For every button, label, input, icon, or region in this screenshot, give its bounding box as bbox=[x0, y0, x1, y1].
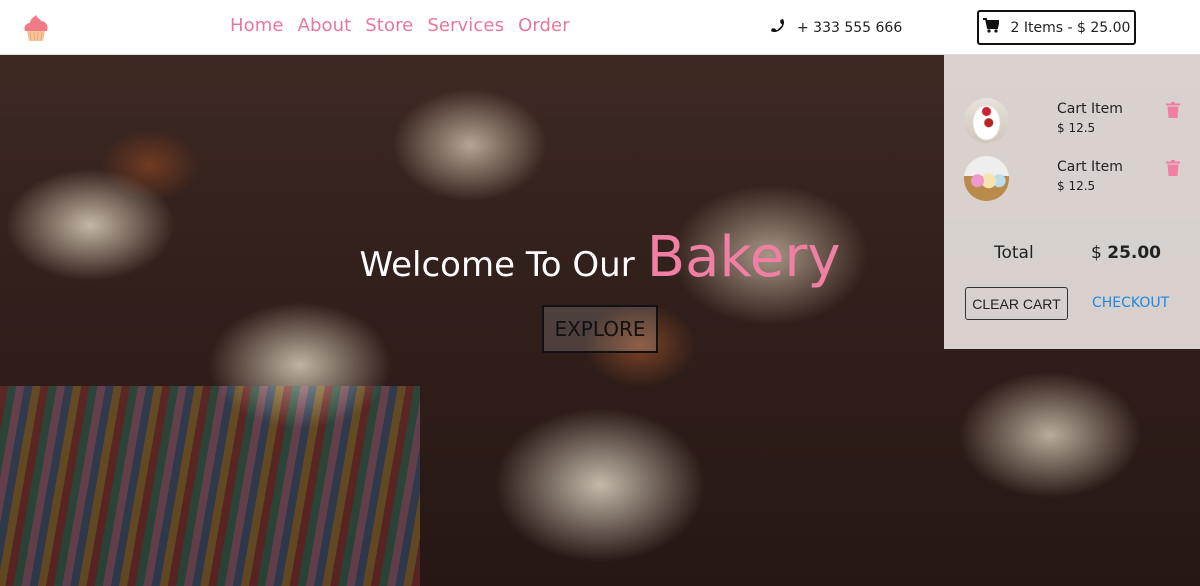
cart-item-info: Cart Item $ 12.5 bbox=[1057, 159, 1123, 193]
price-value: 12.5 bbox=[1068, 121, 1096, 135]
explore-button[interactable]: EXPLORE bbox=[542, 305, 658, 353]
hero-title-prefix: Welcome To Our bbox=[359, 245, 635, 285]
price-value: 12.5 bbox=[1068, 179, 1096, 193]
nav-links: Home About Store Services Order bbox=[230, 15, 570, 36]
phone-icon bbox=[770, 18, 785, 37]
currency-symbol: $ bbox=[1091, 243, 1102, 263]
trash-icon[interactable] bbox=[1166, 160, 1180, 176]
cart-item-price: $ 12.5 bbox=[1057, 121, 1123, 135]
clear-cart-button[interactable]: CLEAR CART bbox=[965, 287, 1068, 320]
trash-icon[interactable] bbox=[1166, 102, 1180, 118]
cart-summary: 2 Items - $ 25.00 bbox=[1010, 19, 1131, 36]
cart-item-image bbox=[964, 98, 1009, 143]
currency-symbol: $ bbox=[1057, 121, 1065, 135]
phone-contact: + 333 555 666 bbox=[770, 18, 902, 37]
nav-link-home[interactable]: Home bbox=[230, 15, 284, 36]
currency-symbol: $ bbox=[1057, 179, 1065, 193]
nav-link-about[interactable]: About bbox=[298, 15, 352, 36]
phone-number: + 333 555 666 bbox=[797, 19, 903, 36]
cart-item-name: Cart Item bbox=[1057, 101, 1123, 117]
hero-background-image bbox=[0, 386, 420, 586]
cart-panel: Cart Item $ 12.5 Cart Item $ 12.5 Total … bbox=[944, 55, 1200, 349]
cart-item-info: Cart Item $ 12.5 bbox=[1057, 101, 1123, 135]
cart-toggle-button[interactable]: 2 Items - $ 25.00 bbox=[977, 10, 1136, 45]
cart-item-price: $ 12.5 bbox=[1057, 179, 1123, 193]
navbar: Home About Store Services Order + 333 55… bbox=[0, 0, 1200, 55]
cart-item: Cart Item $ 12.5 bbox=[964, 156, 1194, 202]
hero-title-accent: Bakery bbox=[646, 225, 841, 290]
checkout-button[interactable]: CHECKOUT bbox=[1092, 295, 1169, 311]
total-label: Total bbox=[994, 243, 1034, 263]
cart-item-image bbox=[964, 156, 1009, 201]
total-value: $ 25.00 bbox=[1091, 243, 1161, 263]
nav-link-store[interactable]: Store bbox=[365, 15, 413, 36]
cart-icon bbox=[982, 18, 1000, 37]
nav-link-order[interactable]: Order bbox=[518, 15, 570, 36]
nav-link-services[interactable]: Services bbox=[427, 15, 504, 36]
cupcake-logo-icon[interactable] bbox=[20, 12, 52, 44]
hero-title: Welcome To Our Bakery bbox=[359, 225, 840, 290]
cart-item: Cart Item $ 12.5 bbox=[964, 98, 1194, 144]
cart-item-name: Cart Item bbox=[1057, 159, 1123, 175]
total-amount: 25.00 bbox=[1107, 243, 1162, 263]
